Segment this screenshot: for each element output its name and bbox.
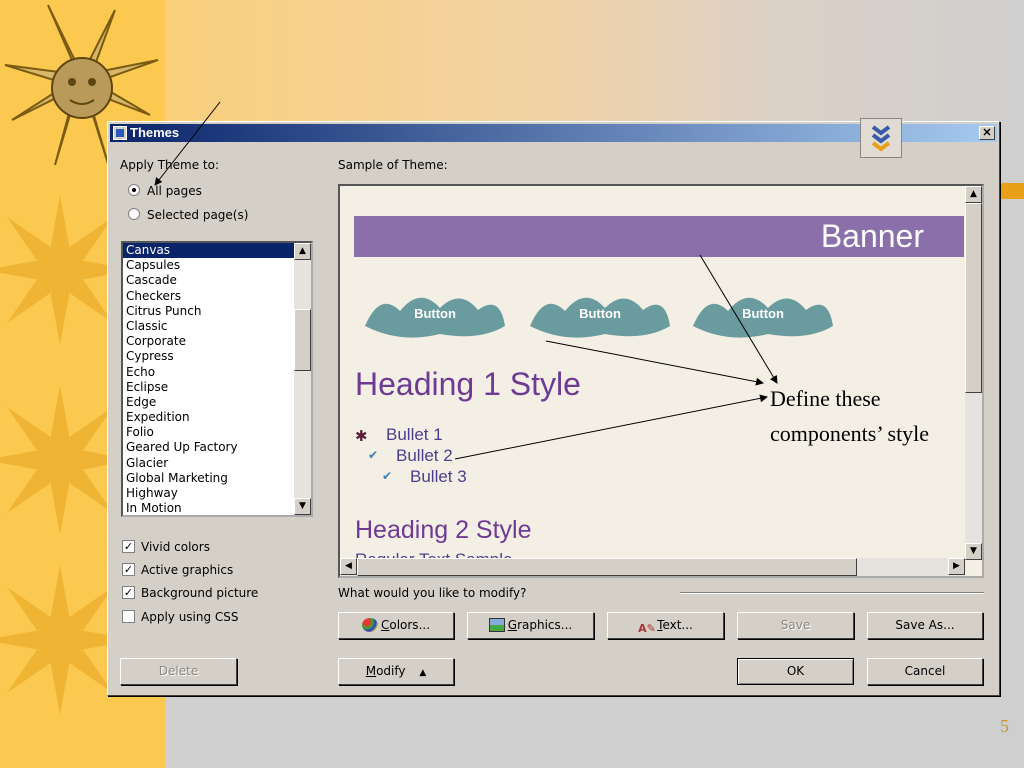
annotation-arrows [154, 101, 778, 460]
annotation-line-2: components’ style [770, 421, 930, 446]
slide-page-number: 5 [1000, 716, 1009, 736]
annotation-line-1: Define these [770, 386, 881, 411]
